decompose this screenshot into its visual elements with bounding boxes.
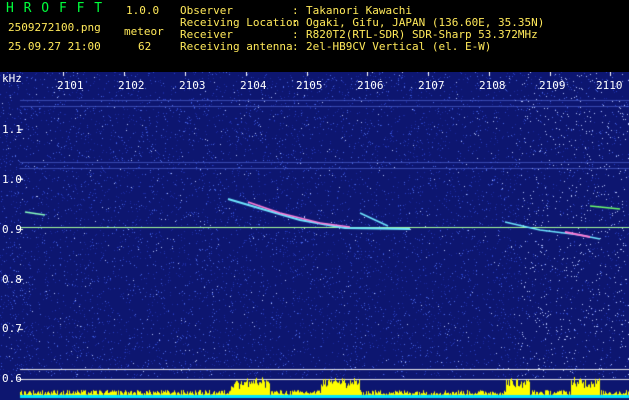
x-tick-label: 2108 <box>479 79 506 92</box>
antenna-key: Receiving antenna <box>180 40 293 53</box>
y-tick-label: 0.9 <box>2 223 22 236</box>
app-version: 1.0.0 <box>126 4 160 17</box>
spectrogram-canvas <box>0 72 629 400</box>
x-tick-label: 2102 <box>118 79 145 92</box>
x-tick-label: 2101 <box>57 79 84 92</box>
y-tick-label: 0.6 <box>2 372 22 385</box>
antenna-value: 2el-HB9CV Vertical (el. E-W) <box>306 40 492 53</box>
x-tick-label: 2105 <box>296 79 323 92</box>
x-tick-label: 2106 <box>357 79 384 92</box>
y-tick-label: 0.7 <box>2 322 22 335</box>
x-tick-label: 2104 <box>240 79 267 92</box>
meteor-label: meteor <box>124 25 164 38</box>
antenna-sep: : <box>292 40 299 53</box>
x-tick-label: 2107 <box>418 79 445 92</box>
app-title: H R O F F T <box>6 1 104 16</box>
y-tick-label: 0.8 <box>2 273 22 286</box>
x-tick-label: 2110 <box>596 79 623 92</box>
y-unit-label: kHz <box>2 72 22 85</box>
observation-datetime: 25.09.27 21:00 <box>8 40 101 53</box>
y-tick-label: 1.1 <box>2 123 22 136</box>
y-tick-label: 1.0 <box>2 173 22 186</box>
x-tick-label: 2109 <box>539 79 566 92</box>
meteor-count: 62 <box>138 40 152 53</box>
x-tick-label: 2103 <box>179 79 206 92</box>
image-filename: 2509272100.png <box>8 21 101 34</box>
header-panel: H R O F F T 1.0.0 2509272100.png meteor … <box>0 0 629 72</box>
